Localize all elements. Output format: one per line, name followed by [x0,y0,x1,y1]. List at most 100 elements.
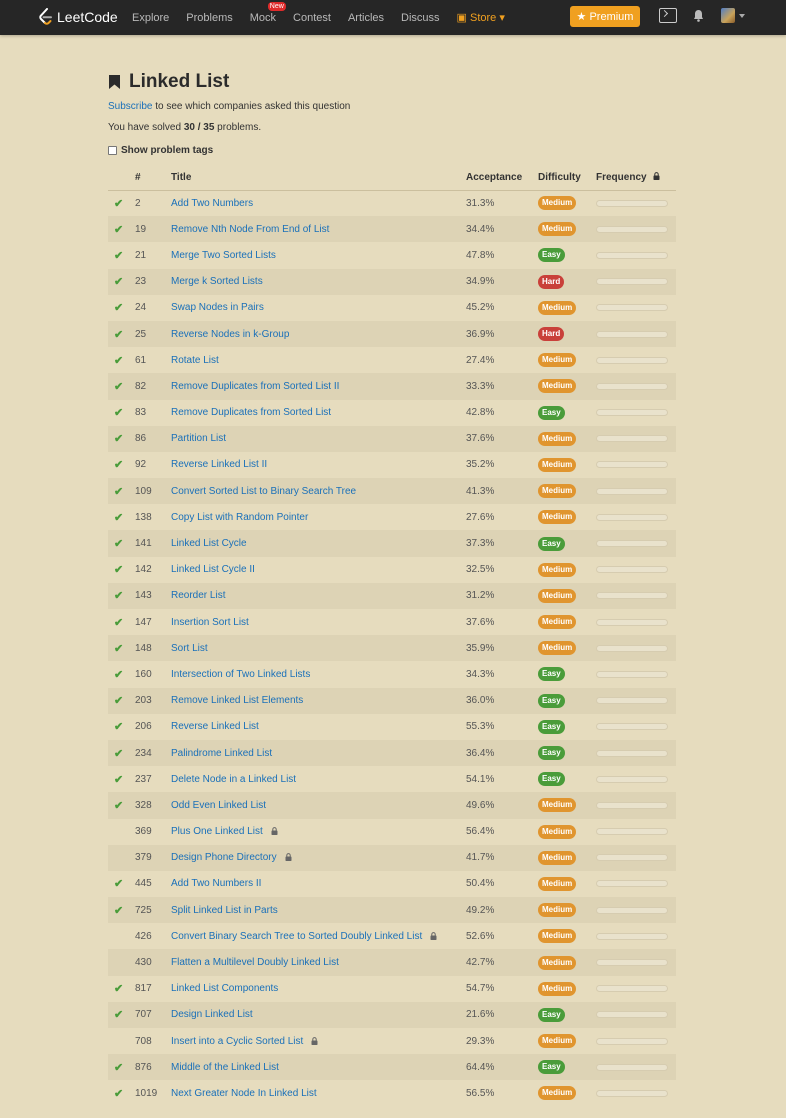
subscribe-link[interactable]: Subscribe [108,101,152,112]
acceptance-rate: 36.0% [466,687,538,714]
table-row[interactable]: ✔ 142 Linked List Cycle II 32.5% Medium [108,557,676,583]
difficulty-cell: Easy [538,1054,596,1081]
difficulty-badge: Medium [538,431,577,446]
problem-title-link[interactable]: Partition List [171,433,226,444]
problem-title-link[interactable]: Reverse Linked List [171,721,259,732]
table-row[interactable]: ✔ 138 Copy List with Random Pointer 27.6% Me… [108,504,676,530]
problem-title-link[interactable]: Convert Binary Search Tree to Sorted Dou… [171,931,422,942]
problem-title-link[interactable]: Merge k Sorted Lists [171,276,263,287]
table-row[interactable]: ✔ 24 Swap Nodes in Pairs 45.2% Medium [108,295,676,321]
table-row[interactable]: ✔ 237 Delete Node in a Linked List 54.1% Eas… [108,766,676,792]
terminal-icon[interactable] [659,8,677,23]
difficulty-cell: Medium [538,609,596,635]
nav-problems[interactable]: Problems [186,12,232,24]
table-row[interactable]: ✔ 61 Rotate List 27.4% Medium [108,347,676,373]
problem-title-link[interactable]: Convert Sorted List to Binary Search Tre… [171,486,356,497]
table-row[interactable]: ✔ 23 Merge k Sorted Lists 34.9% Hard [108,268,676,295]
problem-title-link[interactable]: Split Linked List in Parts [171,905,278,916]
table-row[interactable]: ✔ 21 Merge Two Sorted Lists 47.8% Easy [108,242,676,268]
table-row[interactable]: ✔ 160 Intersection of Two Linked Lists 34.3… [108,661,676,687]
table-row[interactable]: ✔ 1019 Next Greater Node In Linked List 56.… [108,1080,676,1106]
problem-title-link[interactable]: Copy List with Random Pointer [171,512,308,523]
problem-title-link[interactable]: Remove Duplicates from Sorted List II [171,381,339,392]
table-row[interactable]: ✔ 876 Middle of the Linked List 64.4% Easy [108,1054,676,1081]
header-number[interactable]: # [135,166,171,191]
problem-title-link[interactable]: Add Two Numbers II [171,878,261,889]
table-row[interactable]: ✔ 445 Add Two Numbers II 50.4% Medium [108,871,676,897]
problem-title-link[interactable]: Delete Node in a Linked List [171,774,296,785]
problem-title-link[interactable]: Palindrome Linked List [171,748,272,759]
problem-title-link[interactable]: Swap Nodes in Pairs [171,302,264,313]
avatar[interactable] [721,8,735,23]
header-frequency[interactable]: Frequency [596,166,676,191]
nav-explore[interactable]: Explore [132,12,169,24]
table-row[interactable]: ✔ 86 Partition List 37.6% Medium [108,425,676,452]
problem-title-link[interactable]: Remove Nth Node From End of List [171,224,329,235]
table-row[interactable]: 426 Convert Binary Search Tree to Sorted … [108,923,676,949]
table-row[interactable]: ✔ 82 Remove Duplicates from Sorted List II… [108,373,676,400]
problem-title-link[interactable]: Intersection of Two Linked Lists [171,669,310,680]
table-row[interactable]: ✔ 109 Convert Sorted List to Binary Search… [108,478,676,505]
leetcode-logo[interactable]: LeetCode [38,8,118,25]
nav-mock[interactable]: Mock New [250,1,286,24]
table-row[interactable]: ✔ 148 Sort List 35.9% Medium [108,635,676,662]
problem-title-link[interactable]: Middle of the Linked List [171,1062,279,1073]
header-difficulty[interactable]: Difficulty [538,166,596,191]
table-row[interactable]: ✔ 2 Add Two Numbers 31.3% Medium [108,190,676,216]
premium-button[interactable]: ★ Premium [570,6,640,27]
problem-title-link[interactable]: Next Greater Node In Linked List [171,1088,317,1099]
problem-title-link[interactable]: Insert into a Cyclic Sorted List [171,1036,303,1047]
problem-title-link[interactable]: Remove Linked List Elements [171,695,303,706]
problem-title-link[interactable]: Insertion Sort List [171,617,249,628]
problem-title-link[interactable]: Reverse Nodes in k-Group [171,329,289,340]
header-acceptance[interactable]: Acceptance [466,166,538,191]
problem-title-link[interactable]: Sort List [171,643,208,654]
table-row[interactable]: ✔ 141 Linked List Cycle 37.3% Easy [108,530,676,557]
problem-title-link[interactable]: Rotate List [171,355,219,366]
problem-title-link[interactable]: Reorder List [171,590,225,601]
header-title[interactable]: Title [171,166,466,191]
table-row[interactable]: ✔ 725 Split Linked List in Parts 49.2% Mediu… [108,897,676,924]
nav-store[interactable]: ▣ Store ▾ [457,11,505,24]
table-row[interactable]: ✔ 203 Remove Linked List Elements 36.0% Easy [108,687,676,714]
problem-title-link[interactable]: Flatten a Multilevel Doubly Linked List [171,957,339,968]
problem-title-link[interactable]: Reverse Linked List II [171,459,267,470]
nav-articles[interactable]: Articles [348,12,384,24]
table-row[interactable]: ✔ 92 Reverse Linked List II 35.2% Medium [108,452,676,478]
table-row[interactable]: ✔ 328 Odd Even Linked List 49.6% Medium [108,792,676,819]
problem-title-link[interactable]: Linked List Cycle II [171,564,255,575]
show-tags-toggle[interactable]: Show problem tags [108,145,678,156]
problem-title-link[interactable]: Linked List Cycle [171,538,247,549]
nav-discuss[interactable]: Discuss [401,12,440,24]
problem-number: 21 [135,249,147,261]
nav-contest[interactable]: Contest [293,12,331,24]
table-row[interactable]: ✔ 234 Palindrome Linked List 36.4% Easy [108,739,676,767]
table-row[interactable]: ✔ 143 Reorder List 31.2% Medium [108,582,676,609]
difficulty-cell: Medium [538,844,596,871]
table-row[interactable]: 708 Insert into a Cyclic Sorted List 29.3%… [108,1028,676,1054]
frequency-cell [596,949,676,976]
problem-title-link[interactable]: Add Two Numbers [171,198,253,209]
problem-title-link[interactable]: Design Linked List [171,1009,253,1020]
bell-icon[interactable] [693,9,704,22]
table-row[interactable]: ✔ 147 Insertion Sort List 37.6% Medium [108,609,676,635]
problem-title-cell: Sort List [171,635,466,662]
problem-title-link[interactable]: Linked List Components [171,983,278,994]
table-row[interactable]: ✔ 19 Remove Nth Node From End of List 34.4%… [108,216,676,243]
show-tags-checkbox[interactable] [108,146,117,155]
table-row[interactable]: 430 Flatten a Multilevel Doubly Linked Li… [108,949,676,976]
table-row[interactable]: ✔ 25 Reverse Nodes in k-Group 36.9% Hard [108,320,676,348]
table-row[interactable]: ✔ 817 Linked List Components 54.7% Medium [108,976,676,1002]
table-row[interactable]: 369 Plus One Linked List 56.4% Medium [108,819,676,845]
problem-title-link[interactable]: Plus One Linked List [171,826,263,837]
table-row[interactable]: 379 Design Phone Directory 41.7% Medium [108,844,676,871]
lock-icon [430,932,437,940]
problem-title-link[interactable]: Remove Duplicates from Sorted List [171,407,331,418]
table-row[interactable]: ✔ 707 Design Linked List 21.6% Easy [108,1001,676,1028]
table-row[interactable]: ✔ 83 Remove Duplicates from Sorted List 42.… [108,400,676,426]
avatar-chevron-down-icon[interactable] [739,14,745,18]
table-row[interactable]: ✔ 206 Reverse Linked List 55.3% Easy [108,714,676,740]
problem-title-link[interactable]: Design Phone Directory [171,852,277,863]
problem-title-link[interactable]: Odd Even Linked List [171,800,266,811]
problem-title-link[interactable]: Merge Two Sorted Lists [171,250,276,261]
